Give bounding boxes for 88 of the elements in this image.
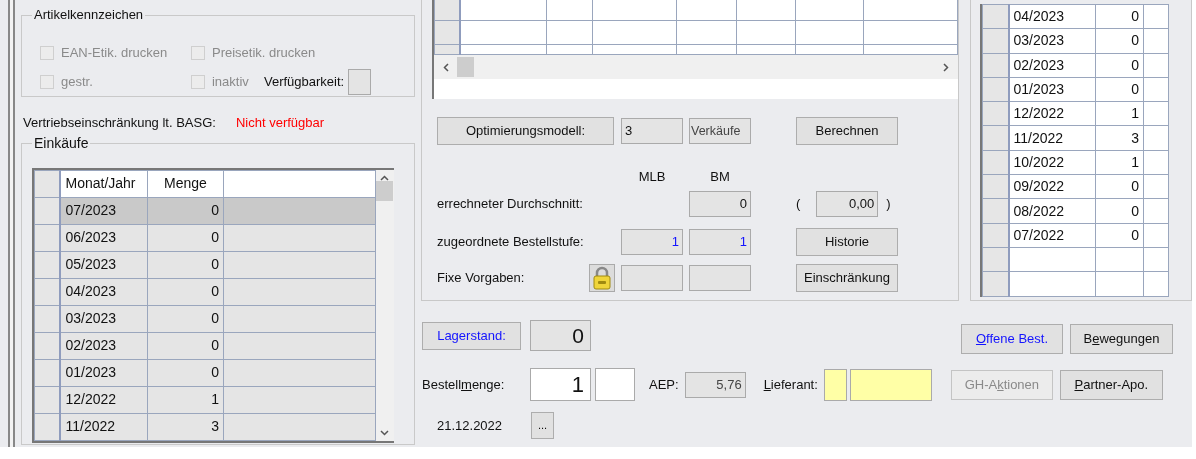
history-button[interactable]: Historie	[796, 227, 898, 256]
chevron-down-icon[interactable]	[380, 427, 390, 437]
field-label: AEP:	[649, 375, 679, 394]
table-row[interactable]: 06/2023 0	[34, 224, 376, 251]
group-title: Einkäufe	[32, 135, 91, 151]
paren-text: )	[886, 194, 891, 213]
table-cell: 0	[147, 197, 224, 224]
quantity-field[interactable]: 1	[530, 368, 591, 401]
average-field: 0	[689, 190, 751, 217]
chevron-left-icon[interactable]	[442, 62, 451, 72]
date-text: 21.12.2022	[437, 416, 504, 435]
table-cell: 05/2023	[60, 251, 148, 278]
average-field: 0,00	[816, 190, 879, 217]
table-row[interactable]: 04/2023 0	[34, 278, 376, 305]
fixed-field	[621, 264, 683, 291]
table-cell: 0	[147, 251, 224, 278]
table-cell: 09/2022	[1008, 174, 1096, 199]
table-row[interactable]: 01/2023 0	[34, 359, 376, 386]
model-field: 3	[621, 118, 683, 144]
table-cell: 02/2023	[1008, 53, 1096, 78]
column-header: BM	[710, 169, 730, 184]
checkbox-label: EAN-Etik. drucken	[61, 44, 168, 63]
table-cell: 02/2023	[60, 332, 148, 359]
table-cell: 0	[147, 332, 224, 359]
table-cell: 12/2022	[60, 386, 148, 413]
column-header: MLB	[638, 169, 666, 184]
supplier-name-field[interactable]	[849, 368, 932, 401]
field-label: Verfügbarkeit:	[264, 73, 345, 92]
unit-field[interactable]	[595, 368, 635, 401]
model-button[interactable]: Optimierungsmodell:	[437, 117, 614, 145]
field-label: errechneter Durchschnitt:	[437, 194, 584, 213]
action-button[interactable]: Bewegungen	[1070, 324, 1173, 354]
action-button[interactable]: Offene Best.	[961, 324, 1063, 354]
table-cell: 06/2023	[60, 224, 148, 251]
table-row[interactable]: 03/2023 0	[34, 305, 376, 332]
column-header: Menge	[147, 170, 224, 197]
paren-text: (	[796, 194, 801, 213]
checkbox-label: Preisetik. drucken	[212, 44, 316, 63]
restriction-button[interactable]: Einschränkung	[796, 263, 898, 292]
padlock-icon[interactable]	[589, 263, 615, 292]
table-row[interactable]: 07/2023 0	[34, 197, 376, 224]
table-cell: 3	[147, 413, 224, 440]
table-cell: 0	[147, 224, 224, 251]
chevron-right-icon[interactable]	[941, 62, 950, 72]
table-cell: 07/2023	[60, 197, 148, 224]
order-level-field: 1	[689, 228, 751, 255]
availability-field	[348, 69, 372, 95]
table-cell: 04/2023	[1008, 4, 1096, 29]
table-cell: 01/2023	[60, 359, 148, 386]
checkbox-label: gestr.	[61, 73, 93, 92]
field-label: Fixe Vorgaben:	[437, 268, 526, 287]
field-label: zugeordnete Bestellstufe:	[437, 232, 585, 251]
field-label: Bestellmenge:	[422, 375, 506, 394]
field-label: Lieferant:	[763, 375, 818, 394]
table-row[interactable]: 11/2022 3	[34, 413, 376, 440]
scrollbar-thumb[interactable]	[457, 57, 474, 77]
table-cell: 0	[147, 305, 224, 332]
action-button[interactable]: Partner-Apo.	[1059, 369, 1163, 400]
stock-field: 0	[530, 320, 591, 351]
horizontal-scrollbar[interactable]	[434, 55, 958, 79]
table-row[interactable]: 05/2023 0	[34, 251, 376, 278]
table-cell: 12/2022	[1008, 101, 1096, 126]
field-label: Vertriebseinschränkung lt. BASG:	[23, 114, 216, 133]
basis-field: Verkäufe	[689, 118, 751, 144]
table-cell: 07/2022	[1008, 223, 1096, 248]
more-button[interactable]: ...	[531, 412, 554, 439]
chevron-up-icon[interactable]	[380, 173, 390, 183]
table-row[interactable]: 12/2022 1	[34, 386, 376, 413]
table-cell: 0	[1095, 4, 1144, 29]
stock-button[interactable]: Lagerstand:	[422, 321, 521, 350]
table-cell: 1	[147, 386, 224, 413]
table-cell: 0	[147, 278, 224, 305]
table-cell: 03/2023	[60, 305, 148, 332]
status-text: Nicht verfügbar	[235, 114, 325, 133]
table-cell: 10/2022	[1008, 150, 1096, 175]
table-cell: 01/2023	[1008, 77, 1096, 102]
fixed-field	[689, 264, 751, 291]
supplier-code-field[interactable]	[823, 368, 847, 401]
checkbox-label: inaktiv	[212, 73, 249, 92]
column-header: Monat/Jahr	[60, 170, 148, 197]
table-row[interactable]: 02/2023 0	[34, 332, 376, 359]
scrollbar-thumb[interactable]	[376, 180, 394, 201]
table-cell: 0	[147, 359, 224, 386]
calculate-button[interactable]: Berechnen	[796, 117, 898, 145]
table-cell: 04/2023	[60, 278, 148, 305]
table-cell: 11/2022	[60, 413, 148, 440]
price-field: 5,76	[684, 371, 746, 398]
order-level-field: 1	[621, 228, 683, 255]
